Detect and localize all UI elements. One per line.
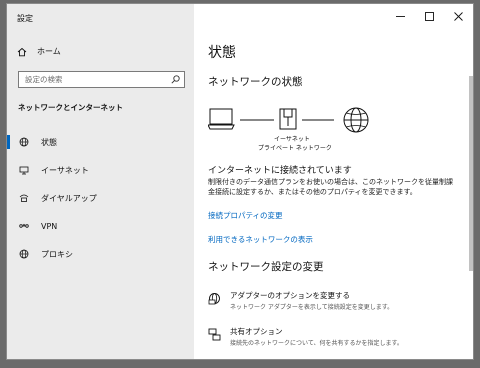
scrollbar[interactable] [469,76,473,271]
search-input[interactable] [19,72,164,87]
change-properties-link[interactable]: 接続プロパティの変更 [208,210,283,221]
main-content: 状態 ネットワークの状態 イーサネット プライベート ネットワーク インターネッ… [194,4,473,359]
maximize-icon [425,11,434,21]
sidebar-item-proxy[interactable]: プロキシ [7,243,194,265]
connected-heading: インターネットに接続されています [208,166,352,176]
minimize-button[interactable] [386,4,415,28]
sharing-options-desc: 接続先のネットワークについて、何を共有するかを指定します。 [230,340,403,347]
section-title: ネットワークとインターネット [18,103,123,112]
sidebar-item-label: ダイヤルアップ [41,193,97,203]
sharing-options-item[interactable]: 共有オプション 接続先のネットワークについて、何を共有するかを指定します。 [208,326,458,356]
window-title: 設定 [17,14,33,23]
home-icon [17,47,27,56]
sidebar-item-dialup[interactable]: ダイヤルアップ [7,187,194,209]
search-box[interactable] [18,71,185,88]
internet-globe-icon [343,107,369,133]
ethernet-port-icon [279,108,297,130]
home-link[interactable]: ホーム [17,46,61,57]
sidebar-item-vpn[interactable]: VPN [7,215,194,237]
adapter-options-item[interactable]: アダプターのオプションを変更する ネットワーク アダプターを表示して接続設定を変… [208,290,458,320]
window-controls [353,4,473,28]
sidebar-item-ethernet[interactable]: イーサネット [7,159,194,181]
search-icon[interactable] [171,75,180,84]
sidebar-item-label: VPN [41,221,58,231]
sidebar-item-label: プロキシ [41,249,73,259]
close-icon [454,11,463,21]
sidebar-item-label: 状態 [41,137,57,147]
network-caption: プライベート ネットワーク [258,145,332,152]
page-title: 状態 [208,45,236,61]
dialup-icon [19,193,29,203]
sidebar: 設定 ホーム ネットワークとインターネット 状態 イーサネッ [7,4,194,359]
proxy-globe-icon [19,249,29,259]
adapter-options-desc: ネットワーク アダプターを表示して接続設定を変更します。 [230,304,394,311]
sharing-icon [208,328,221,341]
available-networks-link[interactable]: 利用できるネットワークの表示 [208,234,313,245]
pc-icon [208,108,235,130]
maximize-button[interactable] [415,4,444,28]
adapter-options-title: アダプターのオプションを変更する [230,291,350,300]
sharing-options-title: 共有オプション [230,327,283,336]
network-settings-heading: ネットワーク設定の変更 [208,261,324,273]
close-button[interactable] [444,4,473,28]
sidebar-item-label: イーサネット [41,165,89,175]
ethernet-icon [19,165,29,175]
connected-description: 制限付きのデータ通信プランをお使いの場合は、このネットワークを従量制課金接続に設… [208,178,453,196]
adapter-icon [208,293,220,305]
sidebar-item-status[interactable]: 状態 [7,131,194,153]
adapter-caption: イーサネット [274,136,310,143]
network-status-heading: ネットワークの状態 [208,76,303,88]
vpn-icon [19,221,29,231]
home-label: ホーム [37,47,61,56]
settings-window: 設定 ホーム ネットワークとインターネット 状態 イーサネッ [6,3,474,360]
globe-network-icon [19,137,29,147]
minimize-icon [396,15,405,17]
